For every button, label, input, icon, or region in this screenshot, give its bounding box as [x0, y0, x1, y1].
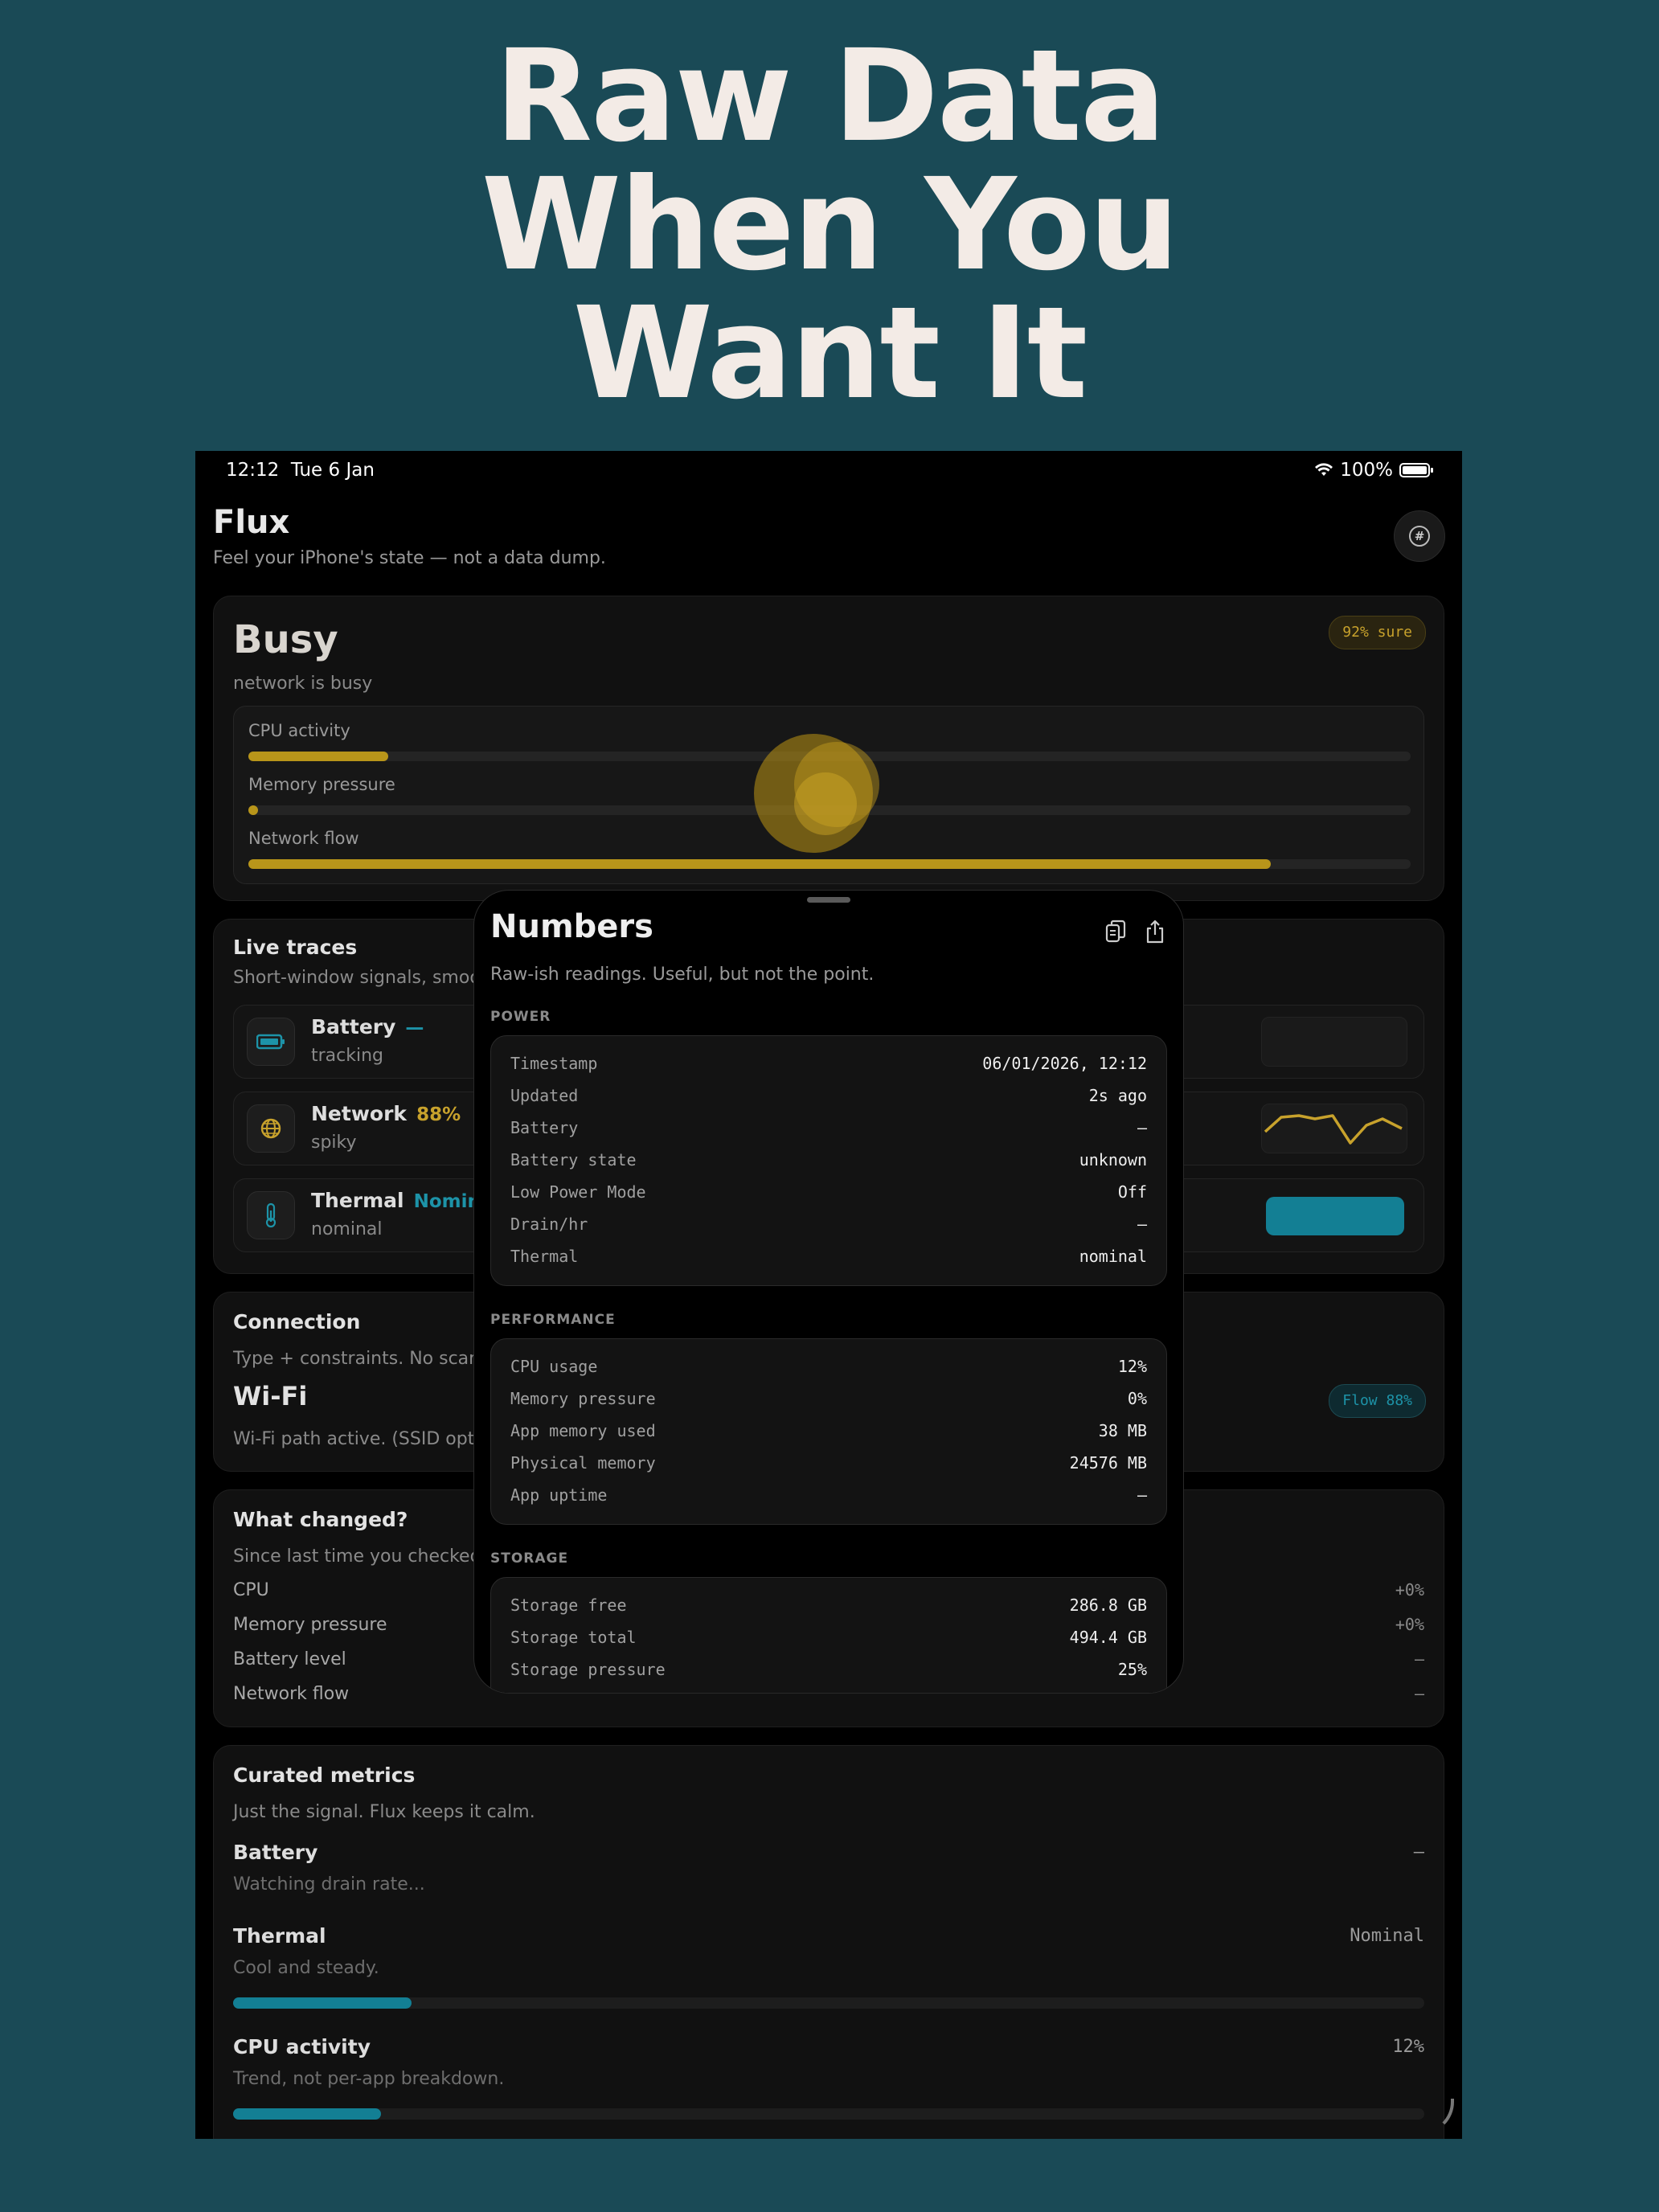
battery-percent: 100%	[1340, 460, 1393, 481]
globe-icon	[247, 1104, 295, 1153]
trace-state: spiky	[311, 1133, 357, 1153]
card-subtitle: Just the signal. Flux keeps it calm.	[233, 1802, 535, 1822]
sheet-title: Numbers	[490, 908, 653, 945]
metric-desc: Trend, not per-app breakdown.	[233, 2069, 505, 2089]
metric-value: —	[1413, 1842, 1424, 1862]
network-flow-bar	[248, 859, 1411, 869]
marketing-headline: Raw Data When You Want It	[0, 32, 1659, 418]
trace-value: —	[405, 1018, 424, 1038]
app-subtitle: Feel your iPhone's state — not a data du…	[213, 548, 606, 568]
table-row: Memory pressure 0%	[510, 1389, 1147, 1408]
table-row: Storage pressure 25%	[510, 1660, 1147, 1679]
headline-line: When You	[481, 151, 1179, 299]
trace-name: Battery	[311, 1015, 396, 1038]
table-row: Thermal nominal	[510, 1247, 1147, 1266]
metric-name: Battery	[233, 1841, 318, 1864]
table-row: Battery —	[510, 1118, 1147, 1137]
bar-label: Memory pressure	[248, 775, 395, 794]
section-label-performance: PERFORMANCE	[490, 1312, 616, 1328]
power-table: Timestamp 06/01/2026, 12:12 Updated 2s ago…	[490, 1035, 1167, 1286]
hash-icon: #	[1409, 526, 1430, 547]
sheet-subtitle: Raw-ish readings. Useful, but not the po…	[490, 965, 875, 985]
storage-table: Storage free 286.8 GB Storage total 494.4 …	[490, 1577, 1167, 1693]
table-row: Drain/hr —	[510, 1215, 1147, 1234]
bar-label: CPU activity	[248, 721, 350, 740]
card-title: Curated metrics	[233, 1763, 416, 1787]
wifi-icon	[1315, 463, 1333, 476]
share-icon[interactable]	[1145, 920, 1167, 944]
table-row: App memory used 38 MB	[510, 1421, 1147, 1440]
state-title: Busy	[233, 617, 338, 662]
table-row: Storage total 494.4 GB	[510, 1628, 1147, 1647]
app-title: Flux	[213, 504, 290, 541]
sheet-actions	[1104, 920, 1167, 944]
state-subtitle: network is busy	[233, 674, 373, 694]
trace-value: 88%	[416, 1104, 461, 1125]
table-row: Battery state unknown	[510, 1150, 1147, 1169]
status-bar: 12:12 Tue 6 Jan 100%	[195, 451, 1462, 491]
bar-fill	[233, 2108, 381, 2120]
table-row: Storage free 286.8 GB	[510, 1596, 1147, 1615]
headline-line: Want It	[572, 280, 1088, 428]
card-subtitle: Since last time you checked.	[233, 1546, 487, 1567]
metric-desc: Cool and steady.	[233, 1958, 379, 1978]
thermometer-icon	[247, 1191, 295, 1239]
table-row: Updated 2s ago	[510, 1086, 1147, 1105]
card-title: Connection	[233, 1310, 361, 1333]
metric-value: 12%	[1392, 2037, 1424, 2057]
metric-desc: Watching drain rate...	[233, 1874, 425, 1895]
thermal-bar	[233, 1997, 1424, 2009]
ipad-screen: 12:12 Tue 6 Jan 100% Flux Feel your iPho…	[195, 451, 1462, 2139]
confidence-badge: 92% sure	[1329, 616, 1426, 649]
metric-name: CPU activity	[233, 2035, 371, 2058]
battery-icon	[247, 1018, 295, 1066]
card-title: What changed?	[233, 1508, 408, 1531]
performance-table: CPU usage 12% Memory pressure 0% App memor…	[490, 1338, 1167, 1525]
curated-metrics-card: Curated metrics Just the signal. Flux ke…	[213, 1745, 1444, 2139]
metric-value: Nominal	[1350, 1926, 1424, 1946]
connection-type: Wi-Fi	[233, 1381, 308, 1411]
bar-fill	[233, 1997, 412, 2009]
battery-sparkline	[1261, 1017, 1407, 1067]
headline-line: Raw Data	[494, 23, 1165, 170]
trace-name: Network	[311, 1102, 408, 1125]
status-right: 100%	[1314, 460, 1433, 481]
trace-state: tracking	[311, 1046, 384, 1066]
sheet-grabber[interactable]	[807, 897, 850, 903]
bar-label: Network flow	[248, 829, 359, 848]
status-time: 12:12 Tue 6 Jan	[226, 460, 375, 481]
trace-state: nominal	[311, 1219, 383, 1239]
battery-icon	[1399, 463, 1433, 477]
card-title: Live traces	[233, 936, 358, 959]
table-row: CPU usage 12%	[510, 1357, 1147, 1376]
table-row: App uptime —	[510, 1485, 1147, 1505]
copy-icon[interactable]	[1104, 920, 1127, 944]
bar-fill	[248, 752, 388, 761]
numbers-sheet: Numbers Raw-ish readings. Useful, but no…	[473, 890, 1184, 1694]
network-sparkline	[1261, 1104, 1407, 1153]
metric-name: Thermal	[233, 1924, 326, 1948]
bar-fill	[248, 859, 1272, 869]
scroll-indicator[interactable]	[1419, 2099, 1454, 2134]
table-row: Physical memory 24576 MB	[510, 1453, 1147, 1473]
numbers-button[interactable]: #	[1394, 510, 1445, 562]
flow-badge: Flow 88%	[1329, 1384, 1426, 1418]
thermal-level-bar	[1266, 1197, 1404, 1235]
bar-fill	[248, 805, 258, 815]
table-row: Low Power Mode Off	[510, 1182, 1147, 1202]
section-label-storage: STORAGE	[490, 1550, 569, 1567]
trace-name: Thermal	[311, 1189, 404, 1212]
cpu-activity-bar	[233, 2108, 1424, 2120]
section-label-power: POWER	[490, 1009, 551, 1025]
table-row: Timestamp 06/01/2026, 12:12	[510, 1054, 1147, 1073]
